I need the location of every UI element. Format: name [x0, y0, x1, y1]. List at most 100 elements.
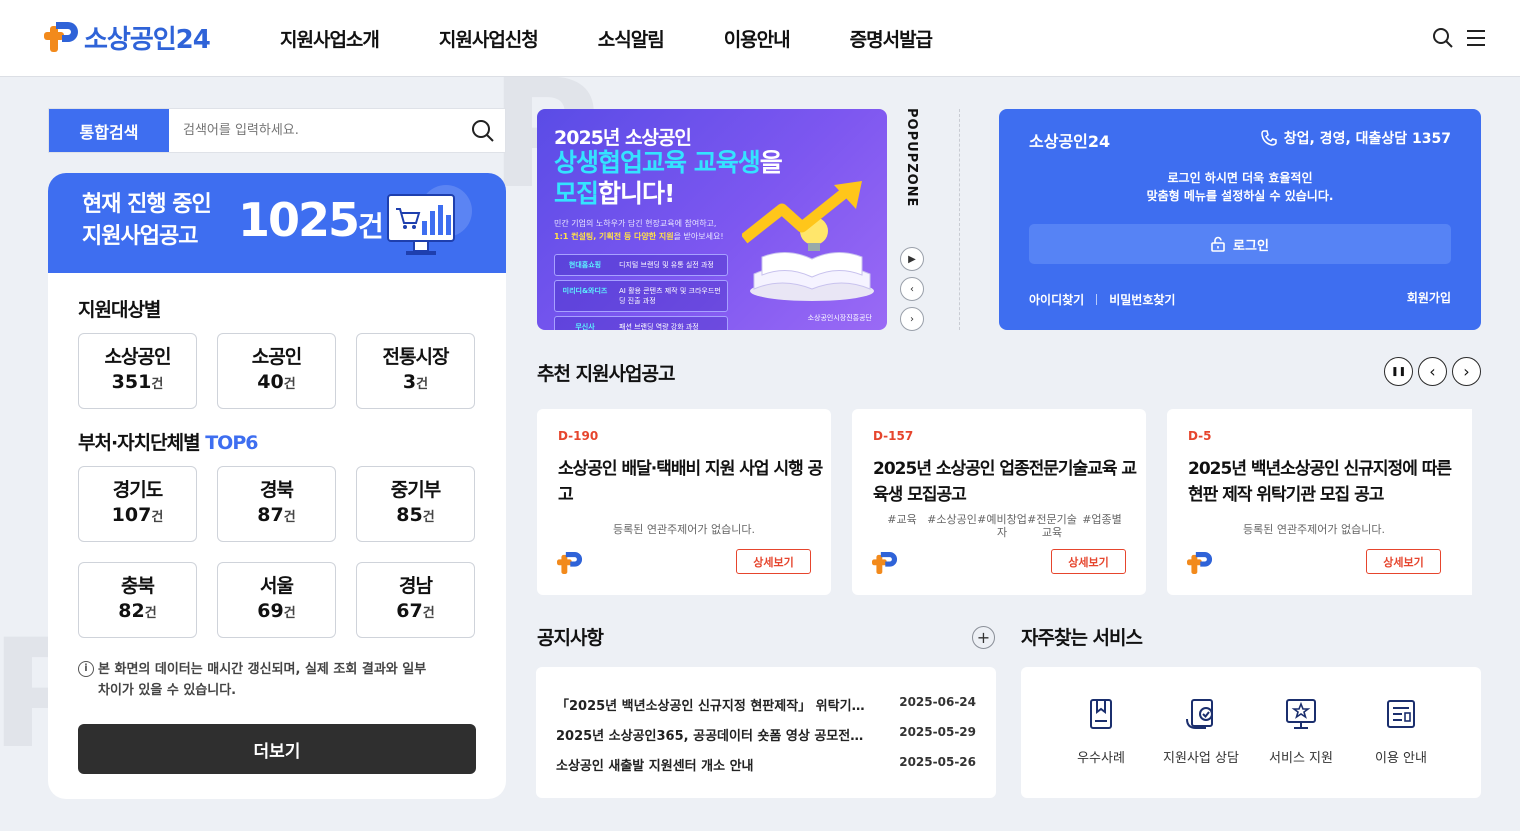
agency-item[interactable]: 서울 69건 — [217, 562, 336, 638]
popup-prev-button[interactable]: ‹ — [900, 277, 924, 301]
agency-count: 82 — [118, 600, 145, 622]
card-tag[interactable]: #전문기술교육 — [1027, 513, 1077, 539]
banner-sub-line1: 민간 기업의 노하우가 담긴 현장교육에 참여하고, — [554, 219, 717, 228]
signup-link[interactable]: 회원가입 — [1407, 289, 1451, 306]
search-icon — [472, 119, 494, 142]
lock-icon — [1211, 236, 1225, 252]
phone-icon — [1260, 130, 1277, 146]
nav-item-apply[interactable]: 지원사업신청 — [439, 25, 539, 52]
popup-play-button[interactable]: ▶ — [900, 247, 924, 271]
service-item-best-cases[interactable]: 우수사례 — [1051, 697, 1151, 766]
menu-icon[interactable] — [1465, 27, 1487, 49]
service-item-support[interactable]: 서비스 지원 — [1251, 697, 1351, 766]
detail-button[interactable]: 상세보기 — [1051, 549, 1126, 574]
agency-name: 서울 — [260, 575, 294, 597]
info-icon: i — [78, 661, 94, 677]
count-unit: 건 — [422, 606, 435, 621]
notice-more-button[interactable]: + — [972, 626, 995, 649]
nav-item-intro[interactable]: 지원사업소개 — [280, 25, 380, 52]
consult-phone-text: 창업, 경영, 대출상담 1357 — [1283, 131, 1451, 147]
agency-item[interactable]: 경북 87건 — [217, 466, 336, 542]
notice-date: 2025-05-26 — [899, 755, 976, 769]
target-name: 소공인 — [251, 346, 302, 368]
nav-item-certificate[interactable]: 증명서발급 — [850, 25, 933, 52]
count-unit: 건 — [151, 377, 164, 392]
popupzone-label: POPUPZONE — [904, 108, 919, 208]
agency-item[interactable]: 경기도 107건 — [78, 466, 197, 542]
notice-item[interactable]: 「2025년 백년소상공인 신규지정 현판제작」 위탁기관 모집 공고 2025-… — [556, 695, 976, 714]
nav-item-news[interactable]: 소식알림 — [598, 25, 665, 52]
detail-button[interactable]: 상세보기 — [1366, 549, 1441, 574]
recommend-card[interactable]: D-157 2025년 소상공인 업종전문기술교육 교육생 모집공고 #교육 #… — [852, 409, 1146, 595]
search-icon[interactable] — [1432, 27, 1454, 49]
login-message-line1: 로그인 하시면 더욱 효율적인 — [1167, 171, 1313, 185]
integrated-search: 통합검색 — [48, 108, 506, 153]
service-item-guide[interactable]: 이용 안내 — [1351, 697, 1451, 766]
target-item[interactable]: 소공인 40건 — [217, 333, 336, 409]
login-panel: 소상공인24 창업, 경영, 대출상담 1357 로그인 하시면 더욱 효율적인… — [999, 109, 1481, 330]
find-password-link[interactable]: 비밀번호찾기 — [1109, 291, 1175, 308]
target-grid: 소상공인 351건 소공인 40건 전통시장 3건 — [78, 333, 475, 409]
target-item[interactable]: 소상공인 351건 — [78, 333, 197, 409]
agency-count: 67 — [396, 600, 423, 622]
banner-course-list: 현대홈쇼핑 디지털 브랜딩 및 유통 실전 과정 미리디&와디즈 AI 활용 콘텐츠… — [554, 254, 728, 330]
carousel-next-button[interactable]: › — [1452, 357, 1481, 386]
card-title: 2025년 소상공인 업종전문기술교육 교육생 모집공고 — [873, 459, 1137, 505]
login-brand: 소상공인24 — [1029, 132, 1111, 151]
recommend-section-title: 추천 지원사업공고 — [537, 363, 675, 385]
promo-banner[interactable]: 2025년 소상공인 상생협업교육 교육생을 모집합니다! 민간 기업의 노하우… — [537, 109, 887, 330]
more-button[interactable]: 더보기 — [78, 724, 476, 774]
notice-item[interactable]: 2025년 소상공인365, 공공데이터 숏폼 영상 공모전 안내 2025-05… — [556, 725, 976, 744]
agency-name: 경남 — [399, 575, 433, 597]
dday-badge: D-5 — [1188, 429, 1212, 443]
logo-mark-icon — [557, 551, 583, 575]
recommend-card[interactable]: D-5 2025년 백년소상공인 신규지정에 따른 현판 제작 위탁기관 모집 … — [1167, 409, 1472, 595]
search-submit-button[interactable] — [461, 109, 505, 152]
card-empty-tags: 등록된 연관주제어가 없습니다. — [1242, 523, 1386, 536]
ongoing-label-line2: 지원사업공고 — [82, 224, 198, 249]
count-unit: 건 — [416, 377, 429, 392]
carousel-pause-button[interactable]: ❚❚ — [1384, 357, 1413, 386]
search-label-button[interactable]: 통합검색 — [49, 109, 169, 152]
card-tag[interactable]: #업종별 — [1077, 513, 1127, 539]
banner-course-item: 무신사 패션 브랜딩 역량 강화 과정 — [554, 316, 728, 330]
card-tag[interactable]: #예비창업자 — [977, 513, 1027, 539]
search-input[interactable] — [169, 109, 461, 152]
course-desc: AI 활용 콘텐츠 제작 및 크라우드펀딩 진출 과정 — [619, 287, 721, 305]
logo-mark-icon — [1187, 551, 1213, 575]
popup-next-button[interactable]: › — [900, 307, 924, 331]
count-unit: 건 — [283, 510, 296, 525]
banner-year-line: 2025년 소상공인 — [554, 127, 692, 149]
target-section-title: 지원대상별 — [78, 299, 161, 321]
login-button[interactable]: 로그인 — [1029, 224, 1451, 264]
notice-item[interactable]: 소상공인 새출발 지원센터 개소 안내 2025-05-26 — [556, 755, 976, 774]
service-label: 지원사업 상담 — [1163, 751, 1239, 766]
target-name: 소상공인 — [104, 346, 172, 368]
agency-item[interactable]: 중기부 85건 — [356, 466, 475, 542]
support-summary-panel: 현재 진행 중인 지원사업공고 1025 건 지원대상별 소상공인 351건 소공인… — [48, 173, 506, 799]
guide-icon — [1387, 700, 1415, 728]
agency-item[interactable]: 경남 67건 — [356, 562, 475, 638]
agency-count: 87 — [257, 504, 284, 526]
note-line1: 본 화면의 데이터는 매시간 갱신되며, 실제 조회 결과와 일부 — [98, 662, 427, 677]
find-id-link[interactable]: 아이디찾기 — [1029, 291, 1084, 308]
agency-item[interactable]: 충북 82건 — [78, 562, 197, 638]
agency-title-text: 부처·자치단체별 — [78, 432, 201, 454]
divider — [959, 109, 960, 330]
service-item-consult[interactable]: 지원사업 상담 — [1151, 697, 1251, 766]
ongoing-label-line1: 현재 진행 중인 — [82, 192, 212, 217]
card-tag[interactable]: #소상공인 — [927, 513, 977, 539]
agency-name: 경북 — [260, 479, 294, 501]
card-tag[interactable]: #교육 — [877, 513, 927, 539]
carousel-prev-button[interactable]: ‹ — [1418, 357, 1447, 386]
banner-org: 소상공인시장진흥공단 — [807, 314, 872, 322]
logo-text: 소상공인24 — [84, 24, 211, 55]
recommend-card[interactable]: D-190 소상공인 배달·택배비 지원 사업 시행 공고 등록된 연관주제어가… — [537, 409, 831, 595]
header: 소상공인24 지원사업소개 지원사업신청 소식알림 이용안내 증명서발급 — [0, 0, 1520, 77]
nav-item-guide[interactable]: 이용안내 — [724, 25, 791, 52]
detail-button[interactable]: 상세보기 — [736, 549, 811, 574]
logo[interactable]: 소상공인24 — [44, 18, 211, 56]
target-item[interactable]: 전통시장 3건 — [356, 333, 475, 409]
ongoing-count-value: 1025 — [238, 193, 360, 247]
dday-badge: D-157 — [873, 429, 914, 443]
